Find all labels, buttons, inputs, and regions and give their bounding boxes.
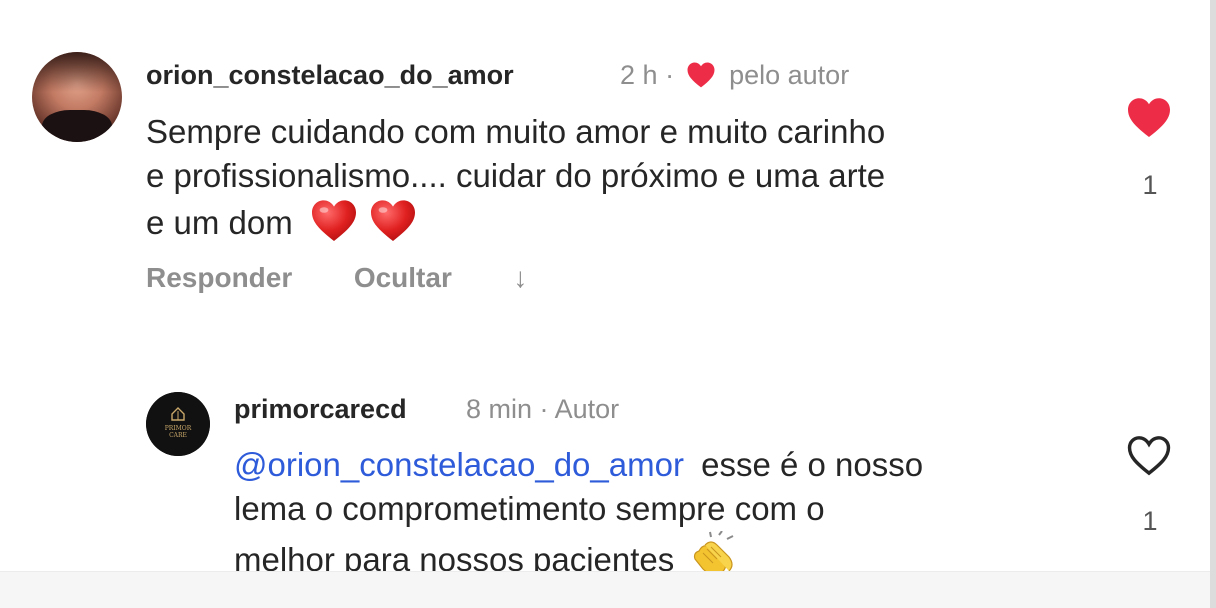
down-arrow-icon[interactable]: ↓ xyxy=(513,262,527,294)
like-heart-filled-icon[interactable] xyxy=(1126,96,1172,143)
comment-body: Sempre cuidando com muito amor e muito c… xyxy=(146,110,885,253)
avatar-hair xyxy=(32,52,122,92)
replier-avatar[interactable]: PRIMOR CARE xyxy=(146,392,210,456)
like-heart-outline-icon[interactable] xyxy=(1126,434,1172,481)
meta-separator: · xyxy=(539,394,549,424)
svg-text:PRIMOR: PRIMOR xyxy=(165,425,192,432)
red-heart-emoji-icon xyxy=(369,198,417,253)
reply-button[interactable]: Responder xyxy=(146,262,292,294)
mention-link[interactable]: @orion_constelacao_do_amor xyxy=(234,446,684,483)
comment-meta: 2 h · pelo autor xyxy=(620,60,849,95)
comment-line-1: Sempre cuidando com muito amor e muito c… xyxy=(146,113,886,150)
comments-panel: orion_constelacao_do_amor 2 h · pelo aut… xyxy=(0,0,1216,608)
red-heart-emoji-icon xyxy=(310,198,358,253)
avatar-clothing xyxy=(42,110,112,142)
bottom-bar xyxy=(0,571,1216,608)
reply-username[interactable]: primorcarecd xyxy=(234,394,407,425)
comment-line-2: e profissionalismo.... cuidar do próximo… xyxy=(146,157,886,194)
comment-line-3: e um dom xyxy=(146,204,293,241)
reply-meta: 8 min · Autor xyxy=(466,394,619,425)
comment-line-3-wrap: e um dom xyxy=(146,198,885,253)
comment-like-count: 1 xyxy=(1142,170,1158,200)
author-liked-label: pelo autor xyxy=(729,60,850,90)
reply-time: 8 min xyxy=(466,394,533,424)
svg-text:CARE: CARE xyxy=(169,432,187,439)
reply-body: @orion_constelacao_do_amor esse é o noss… xyxy=(234,443,923,590)
comment-time: 2 h xyxy=(620,60,658,90)
reply-line-2: lema o comprometimento sempre com o xyxy=(234,490,825,527)
author-heart-icon xyxy=(686,61,716,95)
reply-like-count: 1 xyxy=(1142,506,1158,536)
reply-line-1-wrap: @orion_constelacao_do_amor esse é o noss… xyxy=(234,443,923,487)
commenter-avatar[interactable] xyxy=(32,52,122,142)
comment-actions: Responder Ocultar ↓ xyxy=(146,262,527,294)
hide-button[interactable]: Ocultar xyxy=(354,262,452,294)
reply-line-1: esse é o nosso xyxy=(691,446,924,483)
scrollbar-track[interactable] xyxy=(1210,0,1216,608)
author-badge: Autor xyxy=(554,394,620,424)
meta-separator: · xyxy=(665,60,675,90)
comment-username[interactable]: orion_constelacao_do_amor xyxy=(146,60,514,91)
